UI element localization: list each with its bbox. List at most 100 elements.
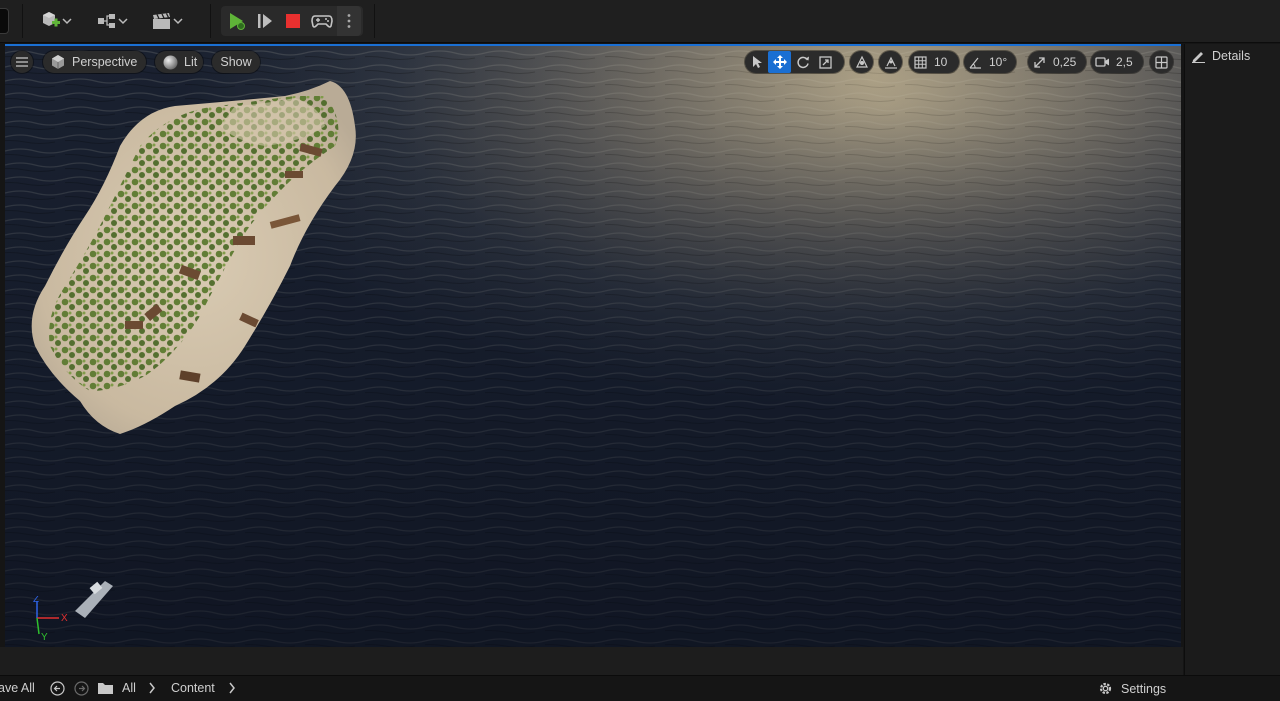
- play-controls: [221, 6, 363, 36]
- viewport-layout-button[interactable]: [1150, 51, 1173, 73]
- cinematics-dropdown[interactable]: [148, 6, 186, 36]
- save-all-button[interactable]: ave All: [0, 681, 35, 695]
- viewport-bottom-strip: [0, 647, 1183, 675]
- rotation-snap-value[interactable]: 10°: [987, 55, 1012, 69]
- breadcrumb-content-label: Content: [171, 681, 215, 695]
- scale-icon: [819, 55, 832, 69]
- pencil-icon: [1192, 52, 1205, 63]
- scale-snap-icon: [1034, 56, 1045, 68]
- scale-snap-toggle[interactable]: [1028, 51, 1051, 73]
- blueprint-icon: [98, 14, 115, 28]
- lit-sphere-icon: [163, 55, 178, 69]
- folder-icon: [98, 683, 113, 694]
- perspective-cube-icon: [52, 55, 64, 69]
- translate-mode-button[interactable]: [768, 51, 791, 73]
- play-icon: [230, 13, 245, 30]
- clapperboard-icon: [153, 13, 170, 29]
- play-button[interactable]: [221, 6, 251, 36]
- angle-icon: [969, 57, 981, 69]
- grid-snap-group[interactable]: 10: [909, 51, 959, 73]
- grid-snap-toggle[interactable]: [909, 51, 932, 73]
- breadcrumb-all[interactable]: All: [122, 681, 136, 695]
- grid-icon: [914, 55, 927, 69]
- viewport-menu-button[interactable]: [11, 51, 33, 73]
- blueprint-dropdown[interactable]: [93, 6, 131, 36]
- move-arrows-icon: [772, 55, 787, 69]
- surface-snap-icon: [884, 56, 897, 69]
- axis-x-label: X: [61, 613, 68, 624]
- add-actor-dropdown[interactable]: [38, 6, 74, 36]
- breadcrumb-all-label: All: [122, 681, 136, 695]
- history-forward-button[interactable]: [74, 681, 89, 696]
- more-options-icon: [347, 14, 351, 28]
- camera-speed-value[interactable]: 2,5: [1114, 55, 1138, 69]
- chevron-down-icon: [173, 18, 183, 25]
- toolbar-separator: [210, 4, 211, 38]
- play-options-button[interactable]: [337, 6, 361, 36]
- rotate-icon: [796, 56, 809, 69]
- toolbar-separator: [374, 4, 375, 38]
- scale-mode-button[interactable]: [814, 51, 837, 73]
- layout-toggle[interactable]: [1150, 51, 1173, 73]
- chevron-right-icon: [229, 682, 235, 694]
- toolbar-left-edge: [0, 8, 9, 34]
- perspective-label: Perspective: [72, 55, 138, 69]
- layout-grid-icon: [1155, 55, 1168, 69]
- breadcrumb-separator[interactable]: [228, 682, 236, 694]
- settings-label: Settings: [1121, 681, 1167, 696]
- stop-button[interactable]: [279, 6, 307, 36]
- select-mode-button[interactable]: [745, 51, 768, 73]
- details-panel: Details: [1184, 44, 1280, 700]
- grid-snap-value[interactable]: 10: [932, 55, 952, 69]
- back-arrow-icon: [50, 681, 65, 696]
- lit-label: Lit: [184, 55, 198, 69]
- details-title: Details: [1212, 49, 1251, 63]
- view-mode-button[interactable]: Lit: [155, 51, 203, 73]
- camera-speed-group[interactable]: 2,5: [1091, 51, 1143, 73]
- folder-button[interactable]: [97, 681, 114, 695]
- chevron-right-icon: [149, 682, 155, 694]
- coordinate-system-icon: [855, 55, 868, 68]
- island[interactable]: [5, 46, 1181, 649]
- rotation-snap-group[interactable]: 10°: [964, 51, 1016, 73]
- advance-frame-button[interactable]: [251, 6, 279, 36]
- advance-frame-icon: [258, 14, 272, 28]
- chevron-down-icon: [62, 18, 72, 25]
- gear-icon: [1099, 682, 1112, 695]
- rotate-mode-button[interactable]: [791, 51, 814, 73]
- gamepad-icon: [311, 15, 333, 28]
- camera-speed-button[interactable]: [1091, 51, 1114, 73]
- axis-y-label: Y: [41, 632, 48, 643]
- show-button[interactable]: Show: [212, 51, 260, 73]
- rotation-snap-toggle[interactable]: [964, 51, 987, 73]
- surface-snap-button[interactable]: [879, 51, 902, 73]
- axis-z-label: Z: [33, 596, 39, 605]
- scale-snap-value[interactable]: 0,25: [1051, 55, 1081, 69]
- axis-gizmo: Z X Y: [33, 596, 68, 643]
- scale-snap-group[interactable]: 0,25: [1028, 51, 1086, 73]
- forward-arrow-icon: [74, 681, 89, 696]
- add-cube-icon: [43, 12, 60, 27]
- transform-mode-group: [745, 51, 844, 73]
- save-all-label: ave All: [0, 681, 35, 695]
- history-back-button[interactable]: [50, 681, 65, 696]
- stop-icon: [286, 14, 300, 28]
- main-toolbar: [0, 0, 1280, 43]
- coordinate-system-button[interactable]: [850, 51, 873, 73]
- hamburger-menu-icon: [16, 57, 28, 67]
- breadcrumb-content[interactable]: Content: [171, 681, 215, 695]
- content-browser-bar: ave All All Content Settings: [0, 675, 1280, 701]
- world-local-toggle[interactable]: [850, 51, 873, 73]
- level-viewport[interactable]: Perspective Lit Show 10 10° 0,25 2,5 Z X…: [5, 44, 1181, 649]
- chevron-down-icon: [118, 18, 128, 25]
- surface-snap-toggle[interactable]: [879, 51, 902, 73]
- toolbar-separator: [22, 4, 23, 38]
- cursor-icon: [752, 56, 762, 68]
- video-camera-icon: [1095, 57, 1109, 67]
- possess-eject-button[interactable]: [307, 6, 337, 36]
- settings-button[interactable]: Settings: [1098, 681, 1166, 696]
- breadcrumb-separator[interactable]: [148, 682, 156, 694]
- details-tab[interactable]: Details: [1191, 49, 1250, 63]
- show-label: Show: [220, 55, 252, 69]
- perspective-button[interactable]: Perspective: [43, 51, 146, 73]
